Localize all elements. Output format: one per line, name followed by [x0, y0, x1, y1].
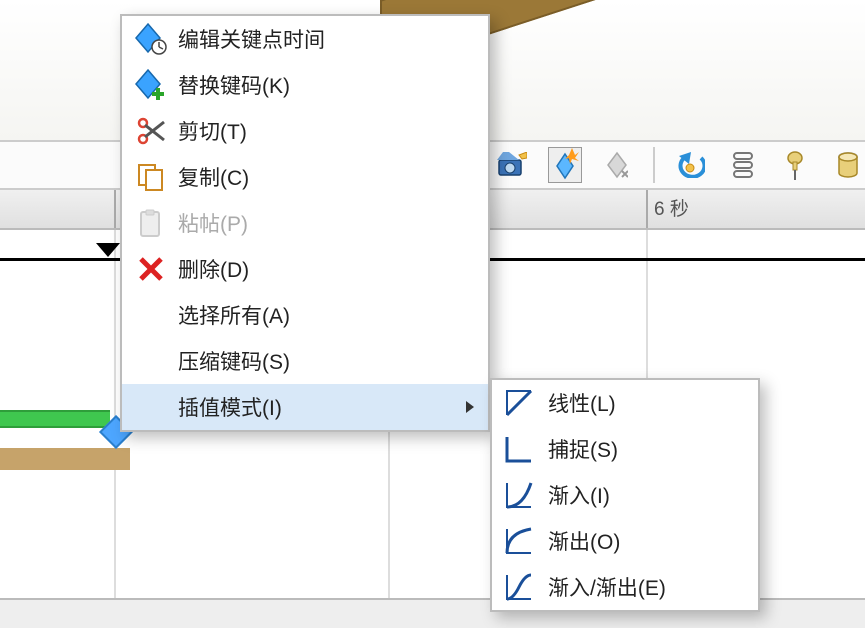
- copy-icon: [132, 158, 170, 196]
- blank-icon: [132, 388, 170, 426]
- keyframe-grey-button[interactable]: [600, 147, 635, 183]
- menu-cut[interactable]: 剪切(T): [122, 108, 488, 154]
- track-green-clip[interactable]: [0, 410, 110, 428]
- submenu-ease-in[interactable]: 渐入(I): [492, 472, 758, 518]
- menu-compress-keycode[interactable]: 压缩键码(S): [122, 338, 488, 384]
- curve-easein-icon: [500, 476, 538, 514]
- track-tan-clip[interactable]: [0, 448, 130, 470]
- menu-label: 压缩键码(S): [170, 346, 290, 376]
- interpolation-submenu: 线性(L) 捕捉(S) 渐入(I) 渐出(O): [490, 378, 760, 612]
- submenu-label: 渐入(I): [538, 480, 610, 510]
- pin-button[interactable]: [778, 147, 813, 183]
- scissors-icon: [132, 112, 170, 150]
- menu-label: 复制(C): [170, 162, 249, 192]
- menu-label: 剪切(T): [170, 116, 247, 146]
- camera-tool-button[interactable]: [495, 147, 530, 183]
- menu-replace-keycode[interactable]: 替换键码(K): [122, 62, 488, 108]
- submenu-label: 渐入/渐出(E): [538, 572, 666, 602]
- submenu-label: 渐出(O): [538, 526, 620, 556]
- menu-label: 替换键码(K): [170, 70, 290, 100]
- return-arrow-button[interactable]: [673, 147, 708, 183]
- blank-icon: [132, 296, 170, 334]
- curve-easeout-icon: [500, 522, 538, 560]
- playhead-handle-icon: [96, 243, 120, 257]
- blank-icon: [132, 342, 170, 380]
- stack-button[interactable]: [725, 147, 760, 183]
- curve-linear-icon: [500, 384, 538, 422]
- menu-delete[interactable]: 删除(D): [122, 246, 488, 292]
- menu-label: 粘帖(P): [170, 208, 248, 238]
- submenu-label: 捕捉(S): [538, 434, 618, 464]
- submenu-arrow-icon: [466, 401, 474, 413]
- curve-easeinout-icon: [500, 568, 538, 606]
- menu-label: 删除(D): [170, 254, 249, 284]
- menu-copy[interactable]: 复制(C): [122, 154, 488, 200]
- submenu-ease-out[interactable]: 渐出(O): [492, 518, 758, 564]
- toolbar-separator: [653, 147, 655, 183]
- menu-label: 选择所有(A): [170, 300, 290, 330]
- menu-select-all[interactable]: 选择所有(A): [122, 292, 488, 338]
- keyframe-spark-button[interactable]: [548, 147, 583, 183]
- menu-interpolation-mode[interactable]: 插值模式(I): [122, 384, 488, 430]
- submenu-snap[interactable]: 捕捉(S): [492, 426, 758, 472]
- paste-icon: [132, 204, 170, 242]
- submenu-ease-inout[interactable]: 渐入/渐出(E): [492, 564, 758, 610]
- delete-x-icon: [132, 250, 170, 288]
- menu-paste: 粘帖(P): [122, 200, 488, 246]
- context-menu: 编辑关键点时间 替换键码(K) 剪切(T): [120, 14, 490, 432]
- diamond-plus-icon: [132, 66, 170, 104]
- curve-snap-icon: [500, 430, 538, 468]
- diamond-clock-icon: [132, 20, 170, 58]
- submenu-linear[interactable]: 线性(L): [492, 380, 758, 426]
- menu-edit-keyframe-time[interactable]: 编辑关键点时间: [122, 16, 488, 62]
- ruler-label: 6 秒: [654, 199, 689, 220]
- ruler-tick: 6 秒: [646, 190, 689, 228]
- menu-label: 编辑关键点时间: [170, 24, 325, 54]
- submenu-label: 线性(L): [538, 388, 616, 418]
- menu-label: 插值模式(I): [170, 392, 282, 422]
- cylinder-button[interactable]: [830, 147, 865, 183]
